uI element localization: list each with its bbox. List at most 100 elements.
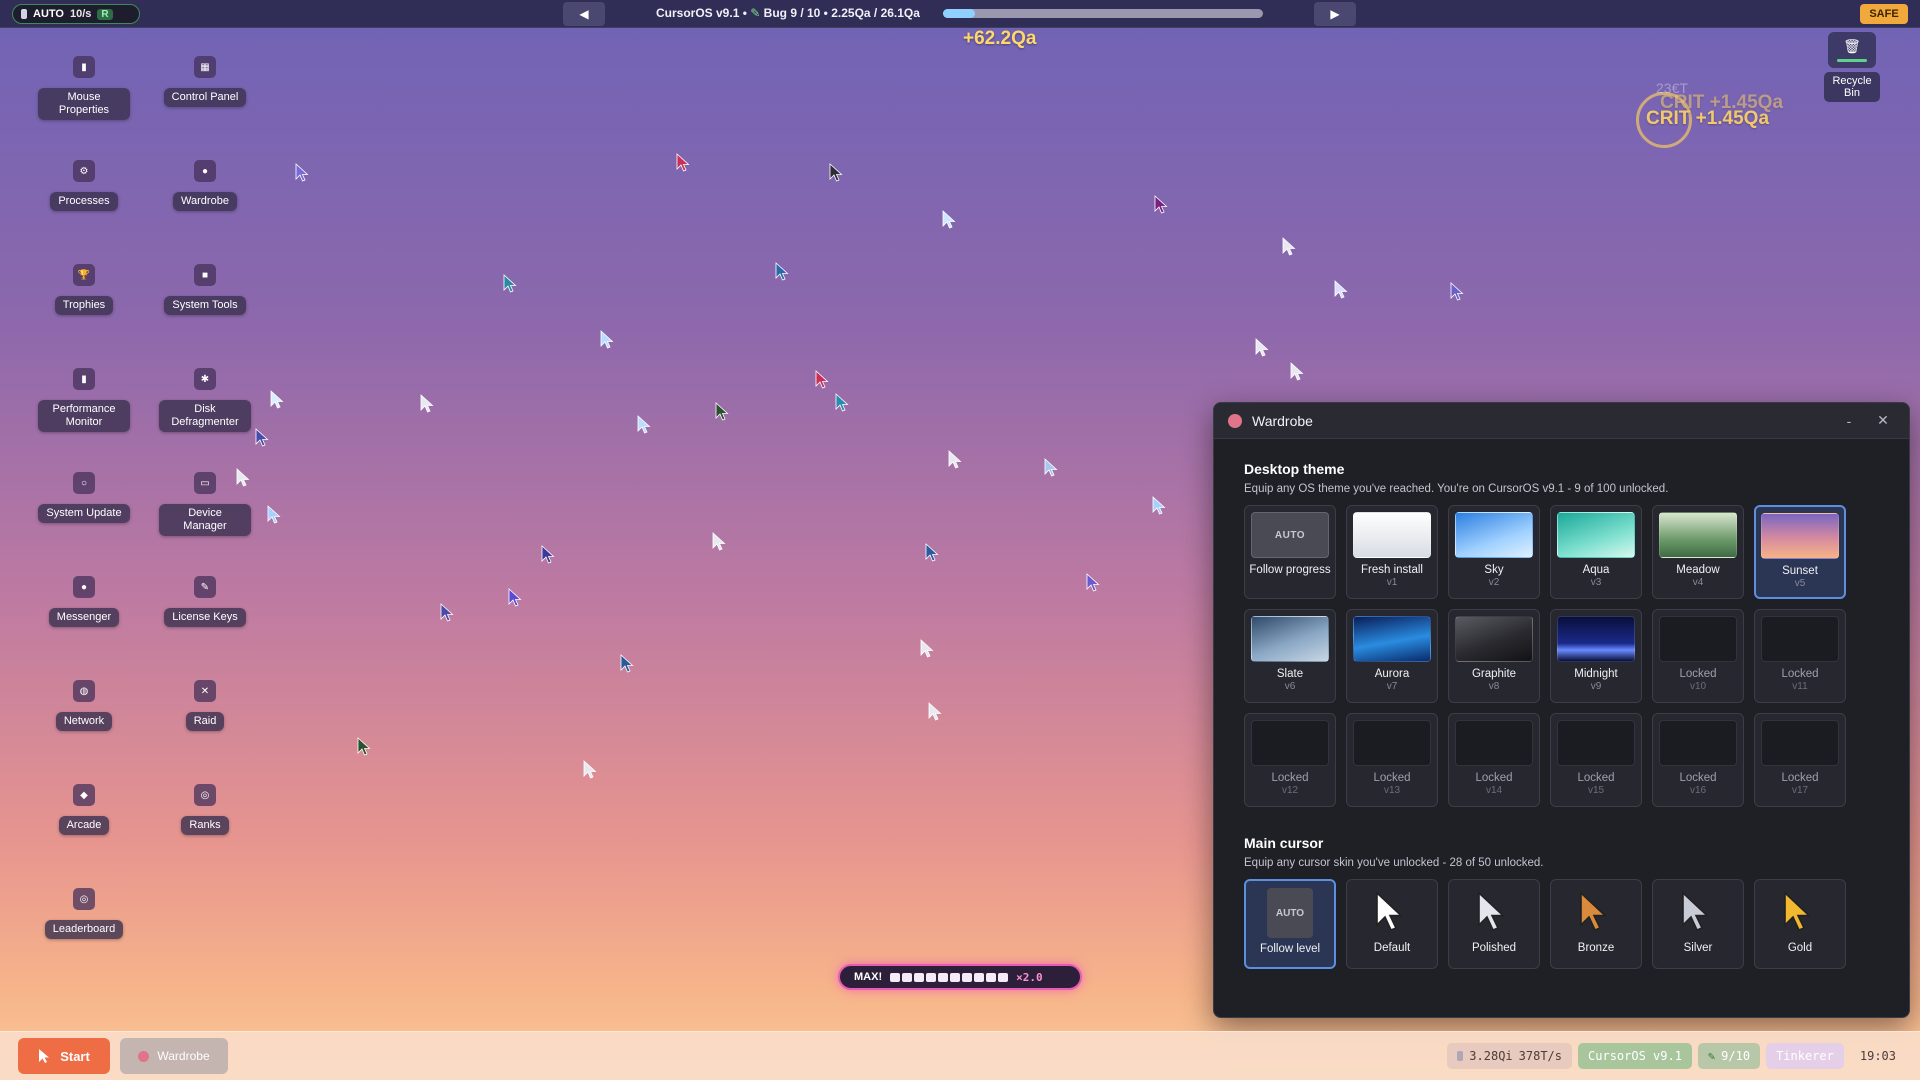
theme-version: v16 [1689, 785, 1707, 796]
cursor-skin-tile[interactable]: Silver [1652, 879, 1744, 969]
theme-version: v5 [1794, 578, 1806, 589]
taskbar-item-wardrobe[interactable]: Wardrobe [120, 1038, 228, 1074]
desktop-icon-arcade[interactable]: ◆ Arcade [38, 784, 130, 835]
theme-tile[interactable]: Midnight v9 [1550, 609, 1642, 703]
theme-tile[interactable]: AUTO Follow progress [1244, 505, 1336, 599]
cursor-skin-name: Polished [1471, 942, 1517, 954]
next-button[interactable]: ▶ [1314, 2, 1356, 26]
theme-swatch [1659, 512, 1737, 558]
cursor-skin-icon [1573, 888, 1619, 936]
theme-swatch [1455, 616, 1533, 662]
points-readout: 3.28Qi 378T/s [1447, 1043, 1573, 1069]
floating-cursor-icon [503, 274, 517, 293]
clock: 19:03 [1859, 1049, 1896, 1063]
theme-name: Graphite [1471, 668, 1517, 680]
theme-tile[interactable]: Meadow v4 [1652, 505, 1744, 599]
desktop-icon-control-panel[interactable]: ▦ Control Panel [159, 56, 251, 107]
desktop-icon-label: Mouse Properties [38, 88, 130, 120]
cursor-skin-name: Gold [1787, 942, 1813, 954]
chat-icon: ● [73, 576, 95, 598]
cursor-skin-name: Bronze [1577, 942, 1615, 954]
theme-tile[interactable]: Graphite v8 [1448, 609, 1540, 703]
desktop-icon-leaderboard[interactable]: ◎ Leaderboard [38, 888, 130, 939]
floating-cursor-icon [925, 543, 939, 562]
system-tray: 3.28Qi 378T/s CursorOS v9.1 ✎ 9/10 Tinke… [1447, 1042, 1906, 1070]
taskbar: Start Wardrobe 3.28Qi 378T/s CursorOS v9… [0, 1031, 1920, 1080]
cursor-skin-tile[interactable]: AUTO Follow level [1244, 879, 1336, 969]
floating-cursor-icon [541, 545, 555, 564]
prev-button[interactable]: ◀ [563, 2, 605, 26]
theme-tile: Locked v10 [1652, 609, 1744, 703]
floating-cursor-icon [357, 737, 371, 756]
combo-segment [938, 972, 949, 982]
desktop-icon-label: Device Manager [159, 504, 251, 536]
theme-swatch [1251, 616, 1329, 662]
floating-cursor-icon [1044, 458, 1058, 477]
cursor-skin-icon [1369, 888, 1415, 936]
theme-version: v4 [1692, 577, 1704, 588]
theme-tile[interactable]: Sky v2 [1448, 505, 1540, 599]
desktop-icon-performance-monitor[interactable]: ▮ Performance Monitor [38, 368, 130, 432]
combo-segment [926, 972, 937, 982]
cursor-skin-tile[interactable]: Bronze [1550, 879, 1642, 969]
desktop-icon-label: Trophies [54, 296, 114, 315]
os-version-badge[interactable]: CursorOS v9.1 [1578, 1043, 1692, 1069]
floating-cursor-icon [1152, 496, 1166, 515]
cursor-skin-icon [1675, 888, 1721, 936]
bugs-badge[interactable]: ✎ 9/10 [1697, 1043, 1761, 1069]
desktop-icon-wardrobe[interactable]: ● Wardrobe [159, 160, 251, 211]
minimize-button[interactable]: - [1837, 413, 1861, 429]
theme-tile[interactable]: Aurora v7 [1346, 609, 1438, 703]
cursor-skin-tile[interactable]: Default [1346, 879, 1438, 969]
desktop-icon-system-update[interactable]: ○ System Update [38, 472, 130, 523]
desktop-icon-mouse-properties[interactable]: ▮ Mouse Properties [38, 56, 130, 120]
theme-tile[interactable]: Sunset v5 [1754, 505, 1846, 599]
theme-section-subtitle: Equip any OS theme you've reached. You'r… [1244, 483, 1669, 495]
cursor-skin-tile[interactable]: Gold [1754, 879, 1846, 969]
safe-badge[interactable]: SAFE [1860, 4, 1908, 24]
desktop-icon-messenger[interactable]: ● Messenger [38, 576, 130, 627]
theme-tile[interactable]: Slate v6 [1244, 609, 1336, 703]
theme-name: Locked [1679, 668, 1717, 680]
desktop-icon-label: Wardrobe [173, 192, 237, 211]
desktop-icon-ranks[interactable]: ◎ Ranks [159, 784, 251, 835]
desktop-icon-processes[interactable]: ⚙ Processes [38, 160, 130, 211]
desktop-icon-disk-defragmenter[interactable]: ✱ Disk Defragmenter [159, 368, 251, 432]
cursor-grid: AUTO Follow level Default Polished Bronze Sil… [1244, 879, 1879, 969]
theme-name: Locked [1271, 772, 1309, 784]
floating-cursor-icon [815, 370, 829, 389]
theme-version: v13 [1383, 785, 1401, 796]
theme-version: v12 [1281, 785, 1299, 796]
window-title-bar[interactable]: Wardrobe - ✕ [1214, 403, 1909, 439]
combo-segment [962, 972, 973, 982]
combo-segments [890, 972, 1009, 982]
theme-tile: Locked v14 [1448, 713, 1540, 807]
floating-cursor-icon [1290, 362, 1304, 381]
theme-tile[interactable]: Fresh install v1 [1346, 505, 1438, 599]
floating-cursor-icon [775, 262, 789, 281]
palette-icon [1228, 413, 1242, 428]
theme-version: v14 [1485, 785, 1503, 796]
close-button[interactable]: ✕ [1871, 412, 1895, 429]
recycle-bin[interactable]: 🗑 Recycle Bin [1824, 32, 1880, 102]
desktop-icon-label: Network [55, 712, 113, 731]
start-button[interactable]: Start [18, 1038, 110, 1074]
theme-name: Locked [1577, 772, 1615, 784]
chart-icon: ▮ [73, 368, 95, 390]
recycle-bin-icon: 🗑 [1828, 32, 1876, 68]
desktop-icon-trophies[interactable]: 🏆 Trophies [38, 264, 130, 315]
bugs-value: 9/10 [1721, 1049, 1751, 1063]
rank-badge[interactable]: Tinkerer [1766, 1043, 1844, 1069]
desktop-icon-network[interactable]: ◍ Network [38, 680, 130, 731]
desktop-icon-license-keys[interactable]: ✎ License Keys [159, 576, 251, 627]
desktop-icon-system-tools[interactable]: ■ System Tools [159, 264, 251, 315]
top-bar: AUTO 10/s R ◀ CursorOS v9.1 • ✎ Bug 9 / … [0, 0, 1920, 28]
cursor-skin-tile[interactable]: Polished [1448, 879, 1540, 969]
theme-tile[interactable]: Aqua v3 [1550, 505, 1642, 599]
floating-cursor-icon [1334, 280, 1348, 299]
auto-clicker-toggle[interactable]: AUTO 10/s R [12, 4, 140, 24]
floating-cursor-icon [715, 402, 729, 421]
points-icon [1457, 1051, 1464, 1061]
desktop-icon-raid[interactable]: ✕ Raid [159, 680, 251, 731]
os-status: CursorOS v9.1 • ✎ Bug 9 / 10 • 2.25Qa / … [656, 6, 920, 20]
